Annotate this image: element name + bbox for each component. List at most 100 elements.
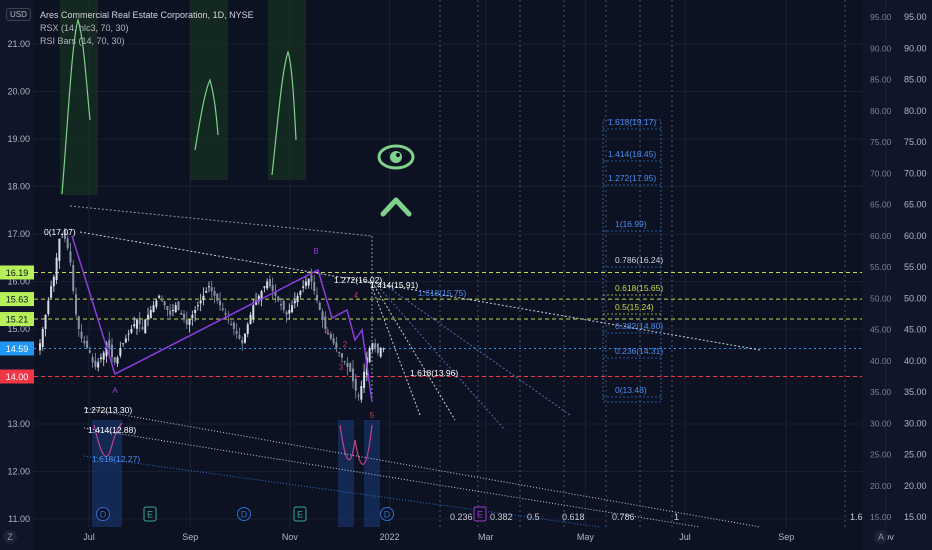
candle-body [52, 276, 55, 287]
candle-body [122, 343, 125, 345]
candle-body [191, 314, 194, 318]
candle-body [266, 281, 269, 289]
x-tick-label: Jul [679, 532, 691, 542]
candle-body [288, 310, 291, 314]
candle-body [243, 333, 246, 343]
y-right-inner-tick-label: 80.00 [870, 106, 892, 116]
y-right-tick-label: 85.00 [904, 75, 927, 85]
candle-body [282, 300, 285, 310]
candle-body [86, 340, 89, 348]
time-fib-label: 0.618 [562, 512, 585, 522]
candle-body [349, 363, 352, 372]
candle-body [271, 285, 274, 291]
fib-level-label: 1.272(17.95) [608, 173, 656, 183]
y-right-inner-tick-label: 70.00 [870, 168, 892, 178]
elliott-wave-label: 4 [354, 291, 359, 300]
candle-body [318, 302, 321, 310]
event-marker-letter: D [241, 510, 248, 520]
candle-body [299, 291, 302, 296]
candle-body [99, 357, 102, 360]
y-right-tick-label: 30.00 [904, 418, 927, 428]
price-chart[interactable]: JulSepNov2022MarMayJulSepNov21.0020.0019… [0, 0, 932, 550]
candle-body [58, 238, 61, 261]
candle-body [249, 314, 252, 325]
eye-pupil [390, 151, 402, 163]
candle-body [332, 338, 335, 344]
candle-body [138, 317, 141, 325]
candle-body [310, 275, 313, 282]
indicator-rsx-label[interactable]: RSX (14, hlc3, 70, 30) [40, 22, 254, 35]
candle-body [50, 286, 53, 298]
candle-body [302, 286, 305, 288]
elliott-wave-label: 2 [343, 340, 348, 349]
candle-body [343, 361, 346, 363]
candle-body [352, 368, 355, 382]
candle-body [133, 324, 136, 327]
candle-body [97, 362, 100, 368]
y-right-inner-tick-label: 65.00 [870, 200, 892, 210]
candle-body [91, 357, 94, 363]
candle-body [338, 351, 341, 353]
candle-body [185, 319, 188, 325]
rsi-oversold-zone [364, 420, 380, 527]
y-right-inner-tick-label: 55.00 [870, 262, 892, 272]
chart-title[interactable]: Ares Commercial Real Estate Corporation,… [40, 9, 254, 22]
candle-body [116, 357, 119, 364]
candle-body [72, 265, 75, 291]
candle-body [119, 348, 122, 356]
indicator-rsi-bars-label[interactable]: RSI Bars (14, 70, 30) [40, 35, 254, 48]
fib-level-label: 1(16.99) [615, 219, 647, 229]
currency-badge[interactable]: USD [6, 8, 31, 21]
candle-body [77, 316, 80, 329]
candle-body [277, 296, 280, 301]
x-tick-label: Sep [778, 532, 794, 542]
event-marker-letter: D [100, 510, 107, 520]
elliott-wave-label: 3 [339, 363, 344, 372]
y-left-tick-label: 11.00 [8, 514, 30, 524]
candle-body [183, 313, 186, 320]
candle-body [235, 330, 238, 334]
candle-body [246, 324, 249, 334]
y-right-tick-label: 55.00 [904, 262, 927, 272]
y-right-inner-tick-label: 15.00 [870, 512, 892, 522]
candle-body [111, 344, 114, 358]
elliott-wave-label: 1 [325, 326, 330, 335]
auto-scale-button[interactable]: A [874, 530, 888, 544]
candle-body [293, 300, 296, 304]
candle-body [357, 395, 360, 397]
candle-body [238, 334, 241, 339]
candle-body [169, 310, 172, 315]
candle-body [144, 319, 147, 334]
y-left-tick-label: 19.00 [7, 134, 30, 144]
candle-body [69, 251, 72, 263]
candle-body [44, 314, 47, 329]
eye-glint [396, 153, 400, 157]
candle-body [166, 306, 169, 310]
event-marker-letter: E [147, 510, 153, 520]
price-tag-label: 14.59 [6, 344, 29, 354]
candle-body [360, 386, 363, 400]
candle-body [346, 362, 349, 367]
y-left-tick-label: 20.00 [7, 87, 30, 97]
y-right-inner-tick-label: 95.00 [870, 12, 892, 22]
candle-body [329, 333, 332, 339]
candle-body [307, 279, 310, 286]
elliott-wave-label: B [313, 247, 318, 256]
zoom-reset-button[interactable]: Z [3, 530, 17, 544]
candle-body [155, 300, 158, 307]
candle-body [55, 257, 58, 280]
fib-level-label: 0.618(15.65) [615, 283, 663, 293]
y-right-inner-tick-label: 20.00 [870, 481, 892, 491]
candle-body [188, 319, 191, 325]
y-right-tick-label: 50.00 [904, 293, 927, 303]
fib-extension-label: 1.618(12.27) [92, 454, 140, 464]
candle-body [152, 305, 155, 313]
candle-body [207, 286, 210, 288]
y-right-tick-label: 75.00 [904, 137, 927, 147]
candle-body [199, 300, 202, 304]
y-right-inner-tick-label: 45.00 [870, 325, 892, 335]
candle-body [354, 378, 357, 391]
candle-body [219, 300, 222, 306]
candle-body [268, 279, 271, 287]
y-right-inner-tick-label: 40.00 [870, 356, 892, 366]
